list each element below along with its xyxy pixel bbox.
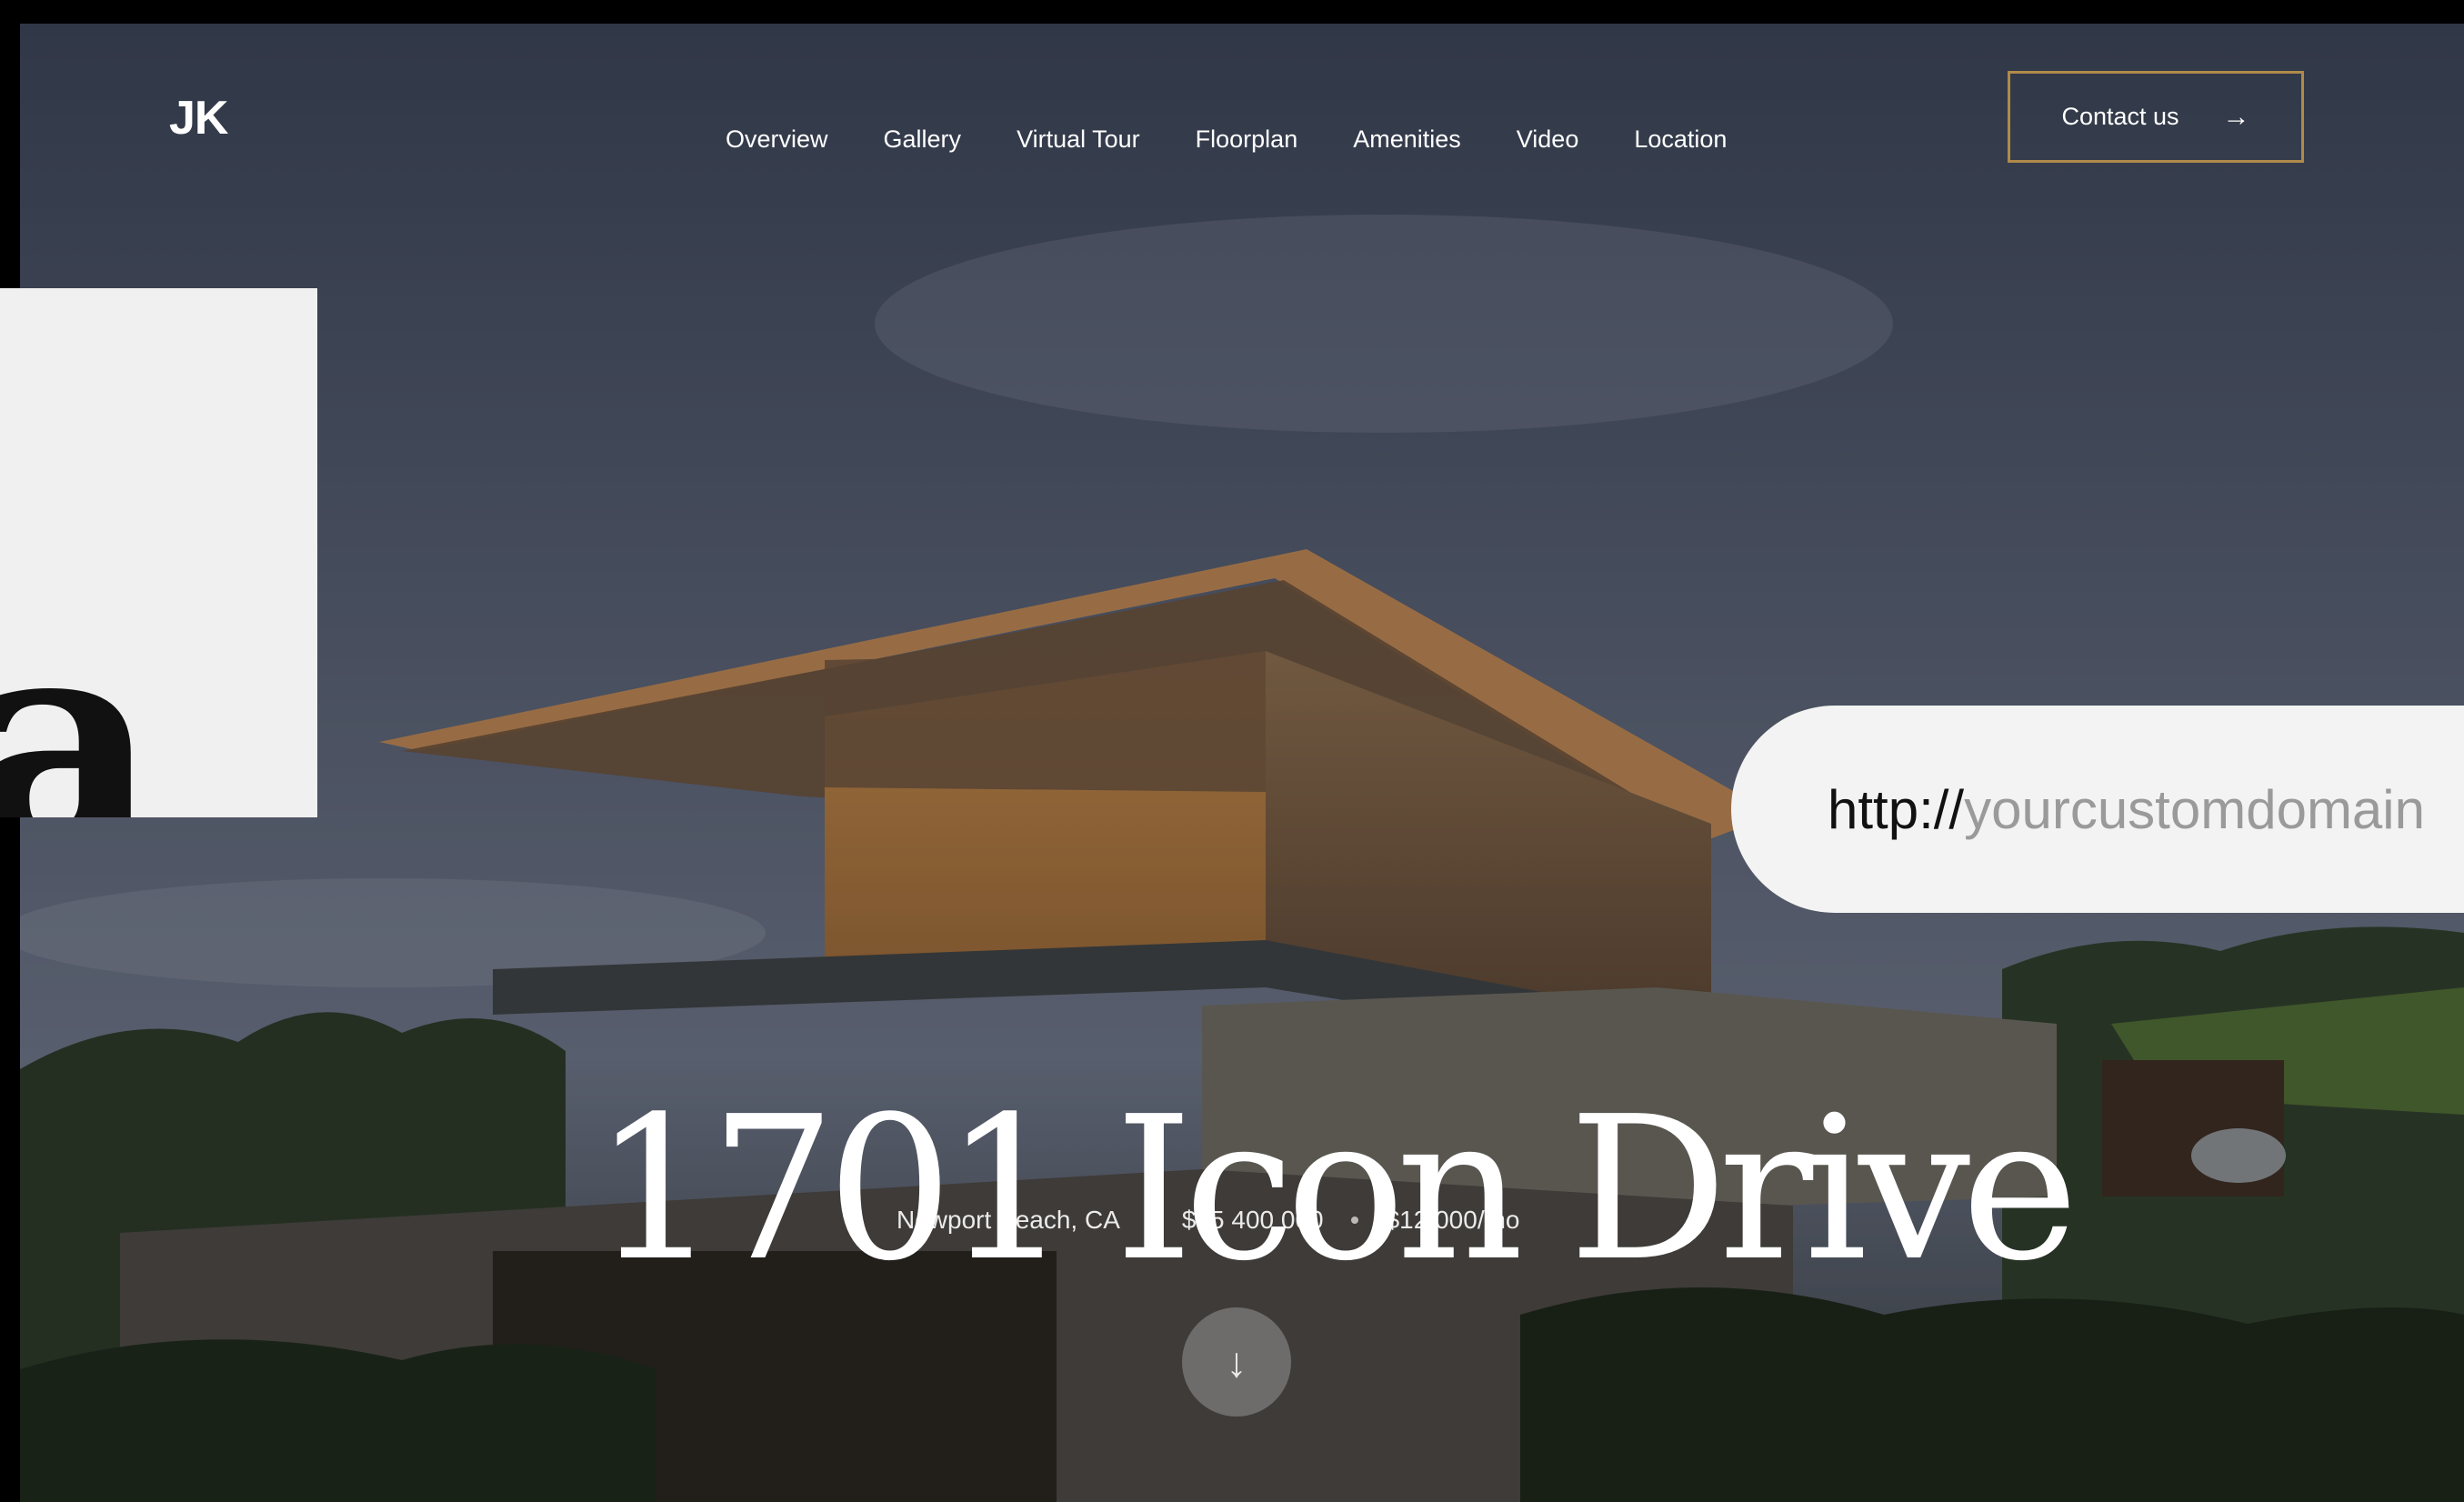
- arrow-down-icon: ↓: [1226, 1338, 1247, 1386]
- site-logo[interactable]: JK: [169, 91, 228, 145]
- property-price: $15 400 000: [1181, 1206, 1324, 1234]
- nav-item-video[interactable]: Video: [1517, 125, 1579, 154]
- separator-dot: [1350, 1217, 1358, 1224]
- custom-domain-url: http://yourcustomdomain: [1731, 706, 2464, 913]
- nav-item-floorplan[interactable]: Floorplan: [1196, 125, 1298, 154]
- font-preview-card: a: [0, 288, 317, 817]
- nav-item-virtual-tour[interactable]: Virtual Tour: [1017, 125, 1140, 154]
- property-location: Newport Beach, CA: [896, 1206, 1120, 1234]
- contact-us-label: Contact us: [2061, 103, 2179, 130]
- scroll-down-button[interactable]: ↓: [1182, 1307, 1291, 1417]
- property-rent: $12,000/mo: [1385, 1206, 1520, 1234]
- nav-item-amenities[interactable]: Amenities: [1353, 125, 1461, 154]
- main-nav: Overview Gallery Virtual Tour Floorplan …: [726, 125, 1727, 154]
- property-meta: Newport Beach, CA $15 400 000 $12,000/mo: [896, 1206, 1520, 1235]
- separator-dot: [1147, 1217, 1155, 1224]
- arrow-right-icon: →: [2222, 101, 2250, 132]
- url-protocol: http://: [1828, 778, 1965, 840]
- nav-item-overview[interactable]: Overview: [726, 125, 828, 154]
- url-domain: yourcustomdomain: [1964, 778, 2425, 840]
- contact-us-button[interactable]: Contact us →: [2008, 71, 2304, 163]
- property-title: 1701 Icon Drive: [593, 1075, 2078, 1306]
- nav-item-location[interactable]: Location: [1634, 125, 1727, 154]
- nav-item-gallery[interactable]: Gallery: [884, 125, 962, 154]
